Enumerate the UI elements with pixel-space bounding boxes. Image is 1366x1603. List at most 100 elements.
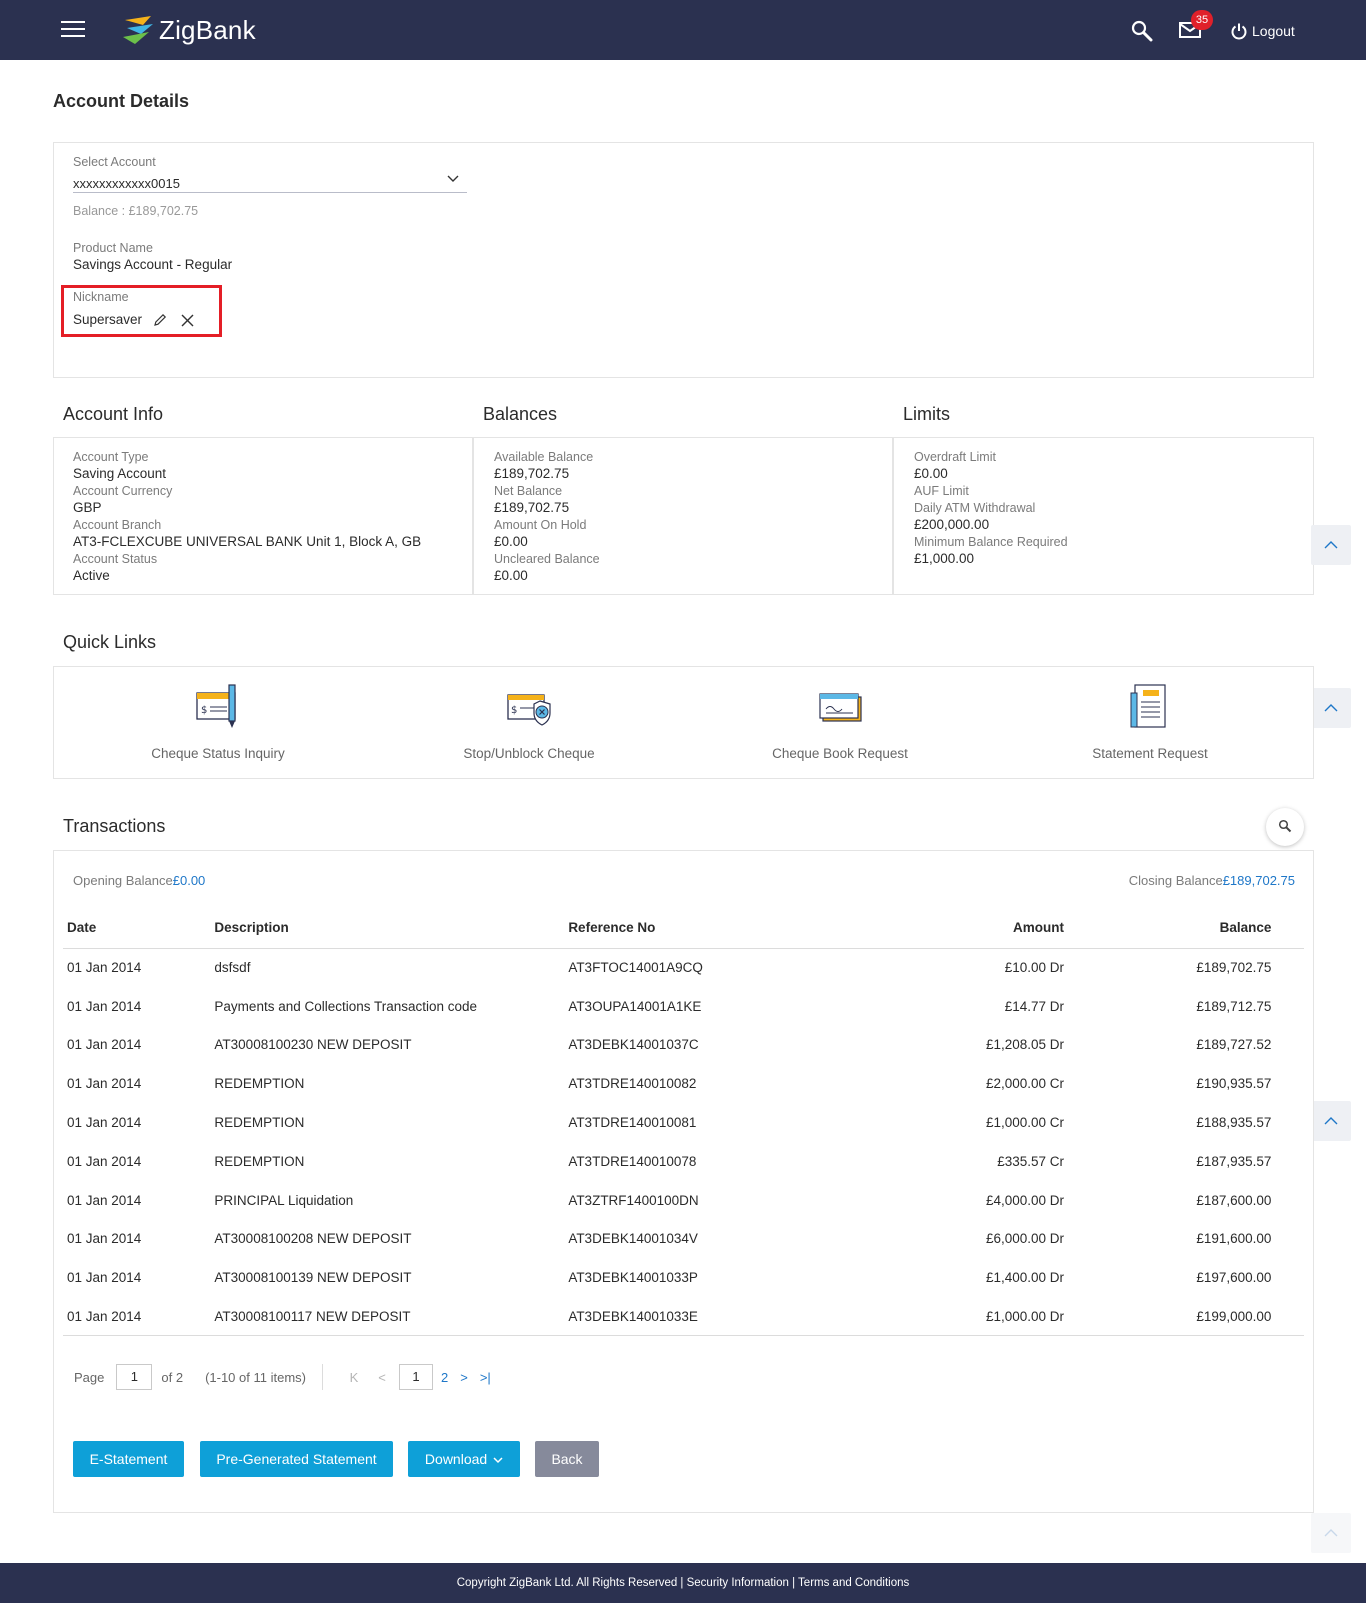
table-row[interactable]: 01 Jan 2014 AT30008100139 NEW DEPOSIT AT3D… <box>63 1258 1304 1297</box>
page-items-text: (1-10 of 11 items) <box>205 1369 306 1385</box>
edit-icon[interactable] <box>153 313 167 327</box>
row-spacer <box>1275 1220 1304 1259</box>
description-cell: AT30008100139 NEW DEPOSIT <box>214 1270 412 1286</box>
description-cell: Payments and Collections Transaction cod… <box>214 998 478 1014</box>
row-spacer <box>1275 987 1304 1026</box>
table-row[interactable]: 01 Jan 2014 REDEMPTION AT3TDRE140010082 £2,… <box>63 1064 1304 1103</box>
date-cell: 01 Jan 2014 <box>67 1076 142 1092</box>
account-info-list: Account Type Saving Account Account Curr… <box>73 448 421 584</box>
date-cell: 01 Jan 2014 <box>67 1153 142 1169</box>
balance-cell: £197,600.00 <box>1196 1270 1272 1286</box>
logout-label: Logout <box>1252 23 1295 39</box>
description-cell: AT30008100208 NEW DEPOSIT <box>214 1231 412 1247</box>
row-spacer <box>1275 1297 1304 1337</box>
quick-link-cheque-book[interactable]: Cheque Book Request <box>730 681 950 761</box>
description-cell: REDEMPTION <box>214 1153 305 1169</box>
description-cell: REDEMPTION <box>214 1076 305 1092</box>
e-statement-button[interactable]: E-Statement <box>73 1441 184 1477</box>
table-row[interactable]: 01 Jan 2014 dsfsdf AT3FTOC14001A9CQ £10.00 … <box>63 948 1304 987</box>
search-icon[interactable] <box>1130 19 1154 43</box>
reference-cell: AT3DEBK14001037C <box>568 1037 699 1053</box>
statement-icon <box>1130 684 1166 728</box>
row-spacer <box>1275 1026 1304 1065</box>
pre-generated-statement-button[interactable]: Pre-Generated Statement <box>200 1441 393 1477</box>
scroll-top-button[interactable] <box>1311 525 1351 565</box>
quick-links-title: Quick Links <box>63 632 157 652</box>
stop-cheque-icon: $ <box>507 694 551 726</box>
current-page-button[interactable]: 1 <box>398 1364 433 1390</box>
column-header-balance[interactable]: Balance <box>1068 908 1276 949</box>
statement-request-label: Statement Request <box>1092 746 1208 761</box>
amount-cell: £10.00 Dr <box>1004 960 1064 976</box>
table-row[interactable]: 01 Jan 2014 AT30008100117 NEW DEPOSIT AT3D… <box>63 1297 1304 1337</box>
balance-cell: £199,000.00 <box>1068 1297 1276 1337</box>
next-page-button[interactable]: > <box>460 1370 468 1385</box>
previous-page-button[interactable]: < <box>371 1370 393 1385</box>
scroll-top-button[interactable] <box>1311 688 1351 728</box>
table-row[interactable]: 01 Jan 2014 REDEMPTION AT3TDRE140010081 £1,… <box>63 1103 1304 1142</box>
download-button[interactable]: Download <box>408 1441 520 1477</box>
svg-text:$: $ <box>201 705 207 716</box>
opening-balance-value: £0.00 <box>172 873 206 888</box>
column-header-description[interactable]: Description <box>210 908 565 949</box>
page-2-button[interactable]: 2 <box>441 1370 448 1385</box>
first-page-button[interactable]: K <box>343 1370 365 1385</box>
svg-text:$: $ <box>511 705 517 716</box>
net-balance-label: Net Balance <box>494 484 563 498</box>
table-row[interactable]: 01 Jan 2014 PRINCIPAL Liquidation AT3ZTRF1… <box>63 1181 1304 1220</box>
reference-cell: AT3DEBK14001034V <box>568 1231 698 1247</box>
account-currency-label: Account Currency <box>73 484 173 498</box>
amount-on-hold-label: Amount On Hold <box>494 518 587 532</box>
scroll-top-button[interactable] <box>1311 1513 1351 1553</box>
column-header-date[interactable]: Date <box>63 908 211 949</box>
account-branch-value: AT3-FCLEXCUBE UNIVERSAL BANK Unit 1, Blo… <box>73 534 422 549</box>
scroll-top-button[interactable] <box>1311 1101 1351 1141</box>
menu-icon[interactable] <box>61 21 85 39</box>
date-cell: 01 Jan 2014 <box>67 1037 142 1053</box>
quick-link-statement-request[interactable]: Statement Request <box>1040 681 1260 761</box>
page-label: Page <box>74 1369 105 1385</box>
quick-link-stop-cheque[interactable]: $ Stop/Unblock Cheque <box>419 681 639 761</box>
brand-logo[interactable]: ZigBank <box>121 13 256 47</box>
account-type-value: Saving Account <box>73 466 167 481</box>
table-row[interactable]: 01 Jan 2014 AT30008100208 NEW DEPOSIT AT3D… <box>63 1220 1304 1259</box>
page-title: Account Details <box>53 91 190 111</box>
logout-button[interactable]: Logout <box>1230 22 1295 40</box>
minimum-balance-label: Minimum Balance Required <box>914 535 1068 549</box>
transaction-search-button[interactable] <box>1266 808 1304 846</box>
chevron-down-icon <box>493 1457 503 1464</box>
reference-cell: AT3FTOC14001A9CQ <box>568 960 703 976</box>
amount-on-hold-value: £0.00 <box>494 534 528 549</box>
last-page-button[interactable]: >| <box>480 1370 491 1385</box>
balance-cell: £187,600.00 <box>1196 1192 1272 1208</box>
amount-cell: £1,000.00 Dr <box>821 1297 1068 1337</box>
column-header-reference[interactable]: Reference No <box>564 908 822 949</box>
account-currency-value: GBP <box>73 500 102 515</box>
table-row[interactable]: 01 Jan 2014 Payments and Collections Tran… <box>63 987 1304 1026</box>
reference-cell: AT3TDRE140010078 <box>568 1153 697 1169</box>
transactions-title: Transactions <box>63 816 166 836</box>
date-cell: 01 Jan 2014 <box>67 960 142 976</box>
pagination: Page 1 of 2 (1-10 of 11 items) K < 1 2 >… <box>74 1364 503 1390</box>
overdraft-limit-value: £0.00 <box>914 466 948 481</box>
auf-limit-label: AUF Limit <box>914 484 969 498</box>
footer: Copyright ZigBank Ltd. All Rights Reserv… <box>0 1563 1366 1603</box>
account-select[interactable]: xxxxxxxxxxxx0015 <box>73 169 467 193</box>
reference-cell: AT3TDRE140010082 <box>568 1076 697 1092</box>
amount-cell: £1,400.00 Dr <box>985 1270 1064 1286</box>
column-header-amount[interactable]: Amount <box>821 908 1068 949</box>
table-row[interactable]: 01 Jan 2014 AT30008100230 NEW DEPOSIT AT3D… <box>63 1026 1304 1065</box>
date-cell: 01 Jan 2014 <box>67 1192 142 1208</box>
description-cell: AT30008100230 NEW DEPOSIT <box>214 1037 412 1053</box>
product-name-value: Savings Account - Regular <box>73 257 233 272</box>
close-icon[interactable] <box>181 314 194 327</box>
table-row[interactable]: 01 Jan 2014 REDEMPTION AT3TDRE140010078 £33… <box>63 1142 1304 1181</box>
description-cell: AT30008100117 NEW DEPOSIT <box>210 1297 565 1337</box>
quick-link-cheque-status[interactable]: $ Cheque Status Inquiry <box>108 681 328 761</box>
closing-balance-label: Closing Balance <box>1128 873 1223 888</box>
account-type-label: Account Type <box>73 450 149 464</box>
mail-count-badge: 35 <box>1191 10 1213 30</box>
row-spacer <box>1275 1103 1304 1142</box>
back-button[interactable]: Back <box>535 1441 599 1477</box>
page-number-input[interactable]: 1 <box>116 1364 153 1390</box>
